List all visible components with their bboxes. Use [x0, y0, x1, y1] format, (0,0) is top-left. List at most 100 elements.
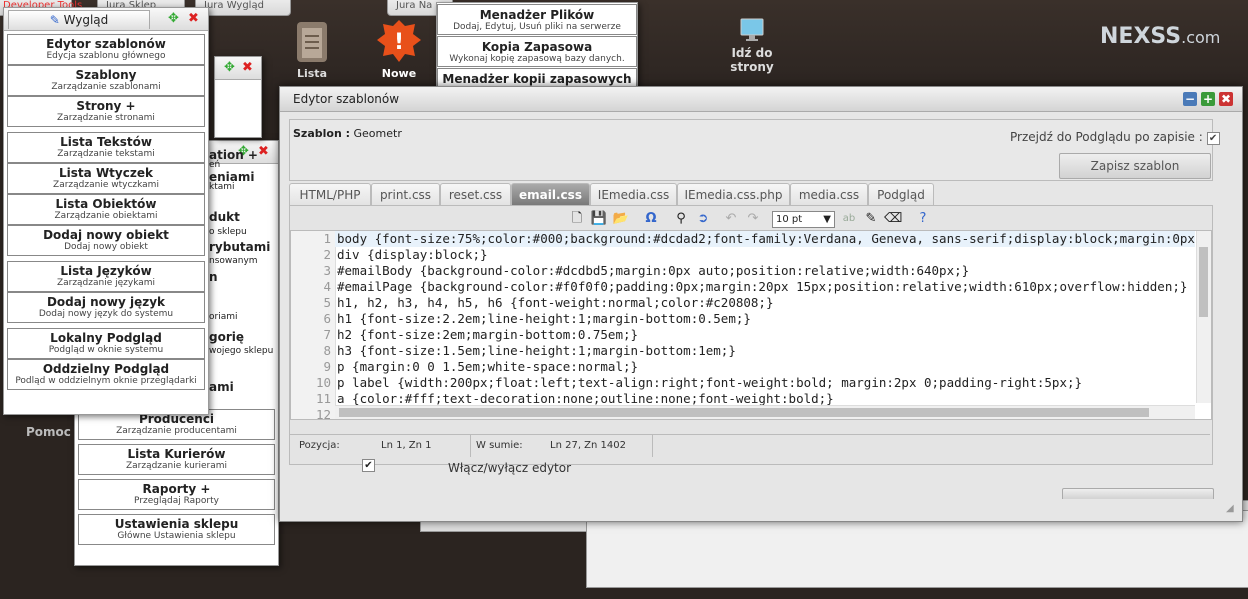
position-label: Pozycja: [299, 440, 340, 451]
files-menu-item-subtitle: Wykonaj kopię zapasową bazy danych. [449, 54, 625, 64]
line-number: 7 [323, 327, 331, 342]
files-menu-item-title: Kopia Zapasowa [481, 40, 593, 54]
wyglad-menu-item[interactable]: Strony + Zarządzanie stronami [7, 96, 205, 127]
tab-iemedia-css-php[interactable]: IEmedia.css.php [677, 183, 790, 206]
menu-item-title: Edytor szablonów [46, 37, 166, 51]
wyglad-menu-item[interactable]: Lista Języków Zarządzanie językami [7, 261, 205, 292]
maximize-icon[interactable]: + [1201, 92, 1215, 106]
files-menu-item[interactable]: Menadżer kopii zapasowych [437, 68, 637, 87]
shop-item-fragment: n [209, 270, 218, 284]
preview-checkbox[interactable]: ✔ [1206, 132, 1220, 145]
horizontal-scroll-thumb[interactable] [339, 408, 1149, 417]
menu-item-title: Lista Obiektów [55, 197, 157, 211]
tab-iemedia-css[interactable]: IEmedia.css [590, 183, 677, 206]
shop-menu-item[interactable]: Ustawienia sklepu Główne Ustawienia sklep… [78, 514, 275, 545]
toggle-editor-label: Włącz/wyłącz edytor [448, 461, 572, 475]
new-file-icon[interactable]: 🗋 [568, 210, 586, 228]
files-menu-item[interactable]: Kopia Zapasowa Wykonaj kopię zapasową baz… [437, 36, 637, 67]
bottom-button-partial[interactable] [1062, 488, 1214, 499]
shop-item-fragment: dukt [209, 210, 240, 224]
save-icon[interactable]: 💾 [590, 210, 608, 228]
template-editor-window: Edytor szablonów − + ✖ Szablon : Geometr… [279, 86, 1243, 522]
help-icon[interactable]: ? [914, 210, 932, 228]
status-divider [470, 435, 471, 457]
menu-item-subtitle: Zarządzanie szablonami [51, 82, 161, 92]
go-to-icon[interactable]: ➲ [694, 210, 712, 228]
shop-menu-item[interactable]: Raporty + Przeglądaj Raporty [78, 479, 275, 510]
menu-item-subtitle: Zarządzanie tekstami [57, 149, 155, 159]
search-icon[interactable]: ⚲ [672, 210, 690, 228]
tab-reset-css[interactable]: reset.css [440, 183, 511, 206]
shop-menu-item[interactable]: Lista Kurierów Zarządzanie kurierami [78, 444, 275, 475]
wyglad-menu-item[interactable]: Dodaj nowy język Dodaj nowy język do syst… [7, 292, 205, 323]
alert-icon: ! [377, 20, 421, 62]
line-number: 6 [323, 311, 331, 326]
tab-print-css[interactable]: print.css [371, 183, 440, 206]
wyglad-tab[interactable]: ✎ Wygląd [8, 10, 150, 29]
font-size-select[interactable]: 10 pt ▼ [772, 211, 835, 228]
wyglad-menu-item[interactable]: Szablony Zarządzanie szablonami [7, 65, 205, 96]
menu-item-subtitle: Główne Ustawienia sklepu [117, 531, 236, 541]
wyglad-menu-item[interactable]: Dodaj nowy obiekt Dodaj nowy obiekt [7, 225, 205, 256]
code-line: div {display:block;} [337, 247, 488, 262]
highlight-icon[interactable]: ✎ [862, 210, 880, 228]
undo-icon[interactable]: ↶ [722, 210, 740, 228]
shop-item-fragment: nsowanym [209, 256, 258, 266]
menu-item-title: Oddzielny Podgląd [42, 362, 170, 376]
special-chars-icon[interactable]: Ω [642, 210, 660, 228]
window-titlebar[interactable]: Edytor szablonów − + ✖ [280, 87, 1242, 112]
tab-jura-wyglad[interactable]: Jura Wygląd [195, 0, 291, 16]
spellcheck-icon[interactable]: ab [840, 210, 858, 228]
wyglad-menu-item[interactable]: Lokalny Podgląd Podgląd w oknie systemu [7, 328, 205, 359]
move-icon[interactable]: ✥ [167, 12, 180, 25]
tab-podgl-d[interactable]: Podgląd [868, 183, 934, 206]
close-icon[interactable]: ✖ [241, 61, 254, 74]
horizontal-scrollbar[interactable] [335, 405, 1195, 419]
nexss-logo: NEXSS.com [1100, 24, 1221, 49]
vertical-scroll-thumb[interactable] [1199, 247, 1208, 317]
menu-item-subtitle: Zarządzanie obiektami [54, 211, 158, 221]
resize-handle-icon[interactable]: ◢ [1226, 503, 1234, 514]
wyglad-panel-header: ✎ Wygląd ✥ ✖ [4, 8, 208, 31]
nowe-button[interactable]: ! Nowe [377, 18, 421, 80]
menu-item-title: Lokalny Podgląd [50, 331, 162, 345]
redo-icon[interactable]: ↷ [744, 210, 762, 228]
shop-item-fragment: eń [209, 160, 221, 170]
tab-html-php[interactable]: HTML/PHP [289, 183, 371, 206]
files-menu: Menadżer Plików Dodaj, Edytuj, Usuń pliki… [436, 2, 638, 88]
files-menu-item[interactable]: Menadżer Plików Dodaj, Edytuj, Usuń pliki… [437, 4, 637, 35]
files-menu-item-title: Menadżer kopii zapasowych [442, 72, 632, 86]
menu-item-subtitle: Dodaj nowy obiekt [64, 242, 148, 252]
wyglad-menu-item[interactable]: Lista Wtyczek Zarządzanie wtyczkami [7, 163, 205, 194]
close-icon[interactable]: ✖ [1219, 92, 1233, 106]
save-template-button[interactable]: Zapisz szablon [1059, 153, 1211, 179]
open-icon[interactable]: 📂 [612, 210, 630, 228]
template-value: Geometr [353, 127, 402, 140]
pomoc-link[interactable]: Pomoc [26, 425, 71, 439]
total-label: W sumie: [476, 440, 523, 451]
move-icon[interactable]: ✥ [223, 61, 236, 74]
wyglad-menu-item[interactable]: Lista Tekstów Zarządzanie tekstami [7, 132, 205, 163]
wyglad-menu-item[interactable]: Edytor szablonów Edycja szablonu głównego [7, 34, 205, 65]
code-editor[interactable]: 1 body {font-size:75%;color:#000;backgrou… [290, 230, 1212, 420]
eraser-icon[interactable]: ⌫ [884, 210, 902, 228]
tab-email-css[interactable]: email.css [511, 183, 590, 206]
line-number: 4 [323, 279, 331, 294]
menu-item-title: Lista Wtyczek [59, 166, 153, 180]
wyglad-menu-item[interactable]: Oddzielny Podgląd Podląd w oddzielnym okn… [7, 359, 205, 390]
toggle-editor-checkbox[interactable]: ✔ [362, 459, 375, 472]
lista-label: Lista [296, 67, 327, 80]
code-line: body {font-size:75%;color:#000;backgroun… [337, 231, 1210, 246]
wyglad-menu-item[interactable]: Lista Obiektów Zarządzanie obiektami [7, 194, 205, 225]
nowe-label: Nowe [381, 67, 417, 80]
vertical-scrollbar[interactable] [1196, 231, 1211, 403]
close-icon[interactable]: ✖ [187, 12, 200, 25]
code-line: a {color:#fff;text-decoration:none;outli… [337, 391, 834, 406]
lista-button[interactable]: Lista [290, 18, 334, 80]
idz-do-strony-button[interactable]: Idź do strony [708, 17, 796, 74]
shop-item-fragment: ktami [209, 182, 235, 192]
close-icon[interactable]: ✖ [257, 145, 270, 158]
template-label: Szablon : [293, 127, 351, 140]
minimize-icon[interactable]: − [1183, 92, 1197, 106]
tab-media-css[interactable]: media.css [790, 183, 868, 206]
